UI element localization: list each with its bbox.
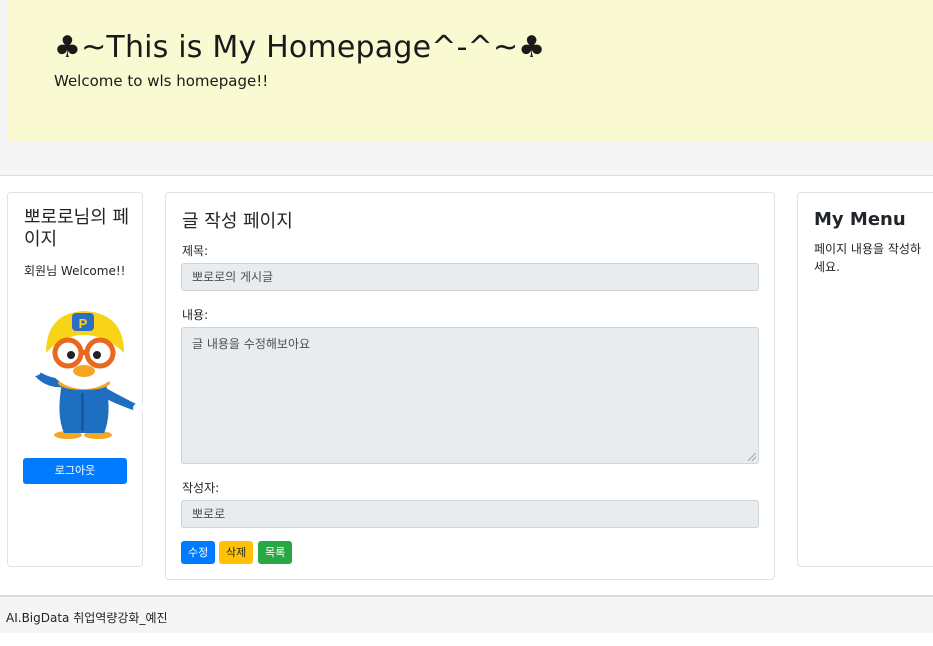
post-form-card: 글 작성 페이지 제목: 뽀로로의 게시글 내용: 글 내용을 수정해보아요 작… [165,192,775,580]
edit-button[interactable]: 수정 [181,541,216,564]
jumbotron: ♣~This is My Homepage^-^~♣ Welcome to wl… [8,0,933,142]
content-label: 내용: [182,308,209,322]
subject-field[interactable]: 뽀로로의 게시글 [181,263,759,291]
site-title: ♣~This is My Homepage^-^~♣ [54,30,546,65]
subject-label: 제목: [182,244,209,258]
svg-text:P: P [79,316,88,331]
footer-text: AI.BigData 취업역량강화_예진 [6,611,168,625]
content-text: 글 내용을 수정해보아요 [192,337,311,351]
menu-text: 페이지 내용을 작성하세요. [814,242,921,274]
user-welcome-text: 회원님 Welcome!! [24,264,126,278]
logout-button[interactable]: 로그아웃 [23,458,127,484]
menu-panel: My Menu 페이지 내용을 작성하세요. [797,192,933,567]
resize-grip-icon[interactable] [748,453,756,461]
footer: AI.BigData 취업역량강화_예진 [0,595,933,633]
delete-button[interactable]: 삭제 [219,541,254,564]
page-title: 글 작성 페이지 [182,211,293,232]
author-field[interactable]: 뽀로로 [181,500,759,528]
pororo-avatar-image: P [29,311,145,439]
user-panel: 뽀로로님의 페이지 회원님 Welcome!! P 로그아웃 [7,192,145,567]
author-label: 작성자: [182,481,220,495]
menu-title: My Menu [814,209,906,230]
list-button[interactable]: 목록 [258,541,293,564]
content-textarea[interactable]: 글 내용을 수정해보아요 [181,327,759,464]
site-subtitle: Welcome to wls homepage!! [54,72,269,90]
user-page-title: 뽀로로님의 페이지 [24,207,130,250]
